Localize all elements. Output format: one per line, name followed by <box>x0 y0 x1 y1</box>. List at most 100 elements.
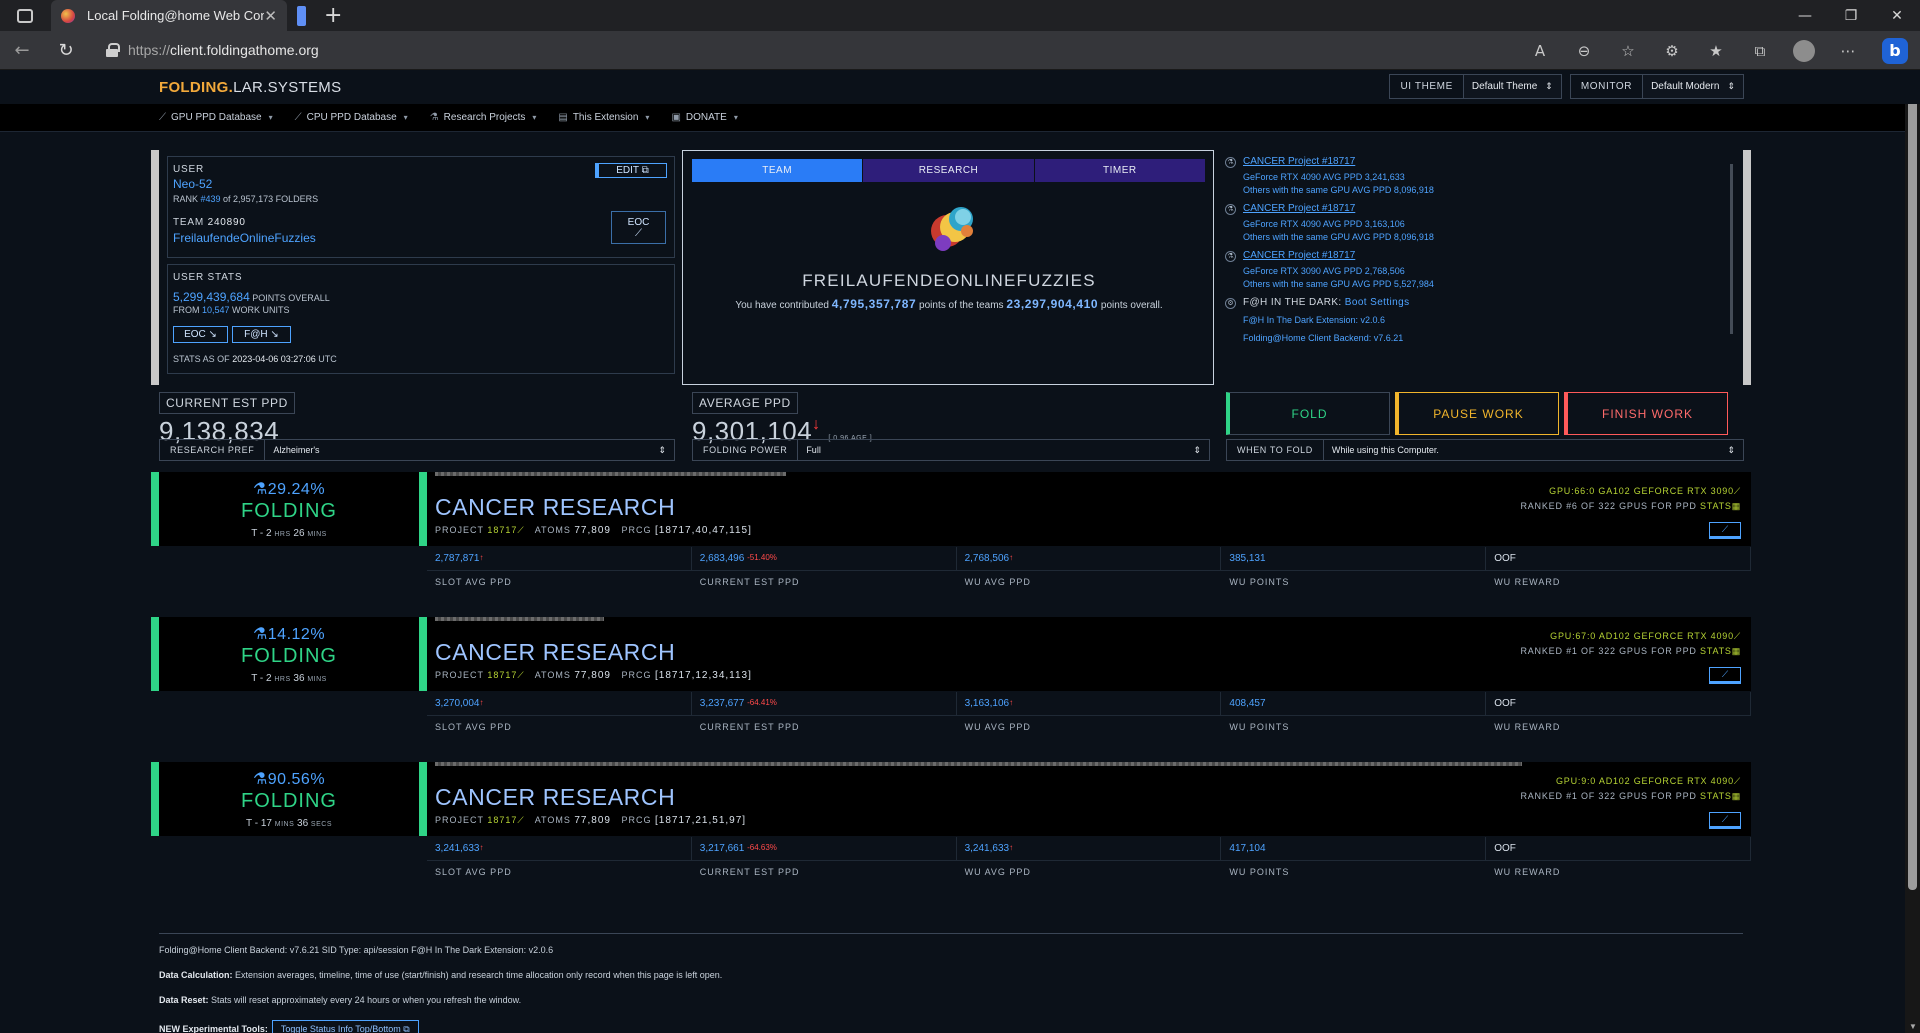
activity-scrollbar[interactable] <box>1730 164 1733 334</box>
external-link-icon: ⟋ <box>517 670 525 680</box>
restore-icon[interactable]: ❐ <box>1828 8 1874 24</box>
slot-gpu[interactable]: GPU:9:0 AD102 GEFORCE RTX 4090⟋ <box>1556 776 1741 787</box>
slot-current-est-ppd: 3,217,661 -64.63% <box>691 837 957 861</box>
reload-icon[interactable]: ↻ <box>44 40 88 61</box>
slot-avg-ppd: 3,241,633↑ <box>427 837 692 861</box>
chevron-down-icon: ▾ <box>733 113 738 122</box>
bing-icon[interactable]: b <box>1882 37 1908 64</box>
minimize-icon[interactable]: — <box>1782 8 1828 24</box>
project-link[interactable]: 18717⟋ <box>487 815 524 825</box>
folding-power-select[interactable]: FOLDING POWER Full ⇕ <box>692 439 1210 461</box>
slot-status-panel[interactable]: ⚗14.12% FOLDING T - 2 HRS 36 MINS <box>151 617 419 691</box>
down-arrow-icon: ↓ <box>812 416 821 433</box>
new-tab-icon[interactable]: + <box>324 3 342 28</box>
tab-actions-icon[interactable] <box>17 8 33 23</box>
close-window-icon[interactable]: ✕ <box>1874 8 1920 24</box>
monitor-select[interactable]: MONITOR Default Modern ⇕ <box>1569 74 1744 99</box>
user-box: USER Neo-52 RANK #439 of 2,957,173 FOLDE… <box>167 156 675 258</box>
arrow-icon: ↑ <box>1009 553 1014 562</box>
extensions-icon[interactable]: ⚙ <box>1650 42 1694 60</box>
activity-project-link[interactable]: CANCER Project #18717 <box>1243 156 1743 167</box>
stats-link[interactable]: STATS▦ <box>1700 791 1741 801</box>
finish-work-button[interactable]: FINISH WORK <box>1564 392 1728 435</box>
team-eoc-button[interactable]: EOC ⟋ <box>611 211 666 244</box>
toggle-status-info-button[interactable]: Toggle Status Info Top/Bottom ⧉ <box>271 1020 419 1033</box>
window-controls: — ❐ ✕ <box>1782 0 1920 31</box>
menu-cpu-ppd[interactable]: ⟋ CPU PPD Database ▾ <box>295 112 408 123</box>
footer-reset: Data Reset: Stats will reset approximate… <box>159 995 522 1005</box>
slot-progress-bar <box>435 762 1522 766</box>
eoc-stats-button[interactable]: EOC ↘ <box>173 326 228 343</box>
browser-tab[interactable]: Local Folding@home Web Contr ✕ <box>51 0 287 31</box>
fah-stats-button[interactable]: F@H ↘ <box>232 326 291 343</box>
menu-research-projects[interactable]: ⚗ Research Projects ▾ <box>430 112 537 123</box>
read-aloud-icon[interactable]: A <box>1518 42 1562 60</box>
brand-logo[interactable]: FOLDING.LAR.SYSTEMS <box>159 79 341 96</box>
footer: Folding@Home Client Backend: v7.6.21 SID… <box>159 933 1743 1033</box>
slot-eta: T - 17 MINS 36 SECS <box>246 818 332 829</box>
favorites-icon[interactable]: ★ <box>1694 42 1738 60</box>
lock-icon[interactable] <box>106 43 120 57</box>
menu-donate[interactable]: ▣ DONATE ▾ <box>671 112 737 123</box>
zoom-icon[interactable]: ⊖ <box>1562 42 1606 60</box>
external-link-icon: ⟋ <box>517 525 525 535</box>
slot-3: ⚗90.56% FOLDING T - 17 MINS 36 SECS CANC… <box>151 762 1751 886</box>
activity-project-link[interactable]: CANCER Project #18717 <box>1243 203 1743 214</box>
project-link[interactable]: 18717⟋ <box>487 670 524 680</box>
chart-icon: ⟋ <box>1721 524 1729 534</box>
footer-calc: Data Calculation: Extension averages, ti… <box>159 970 723 980</box>
menu-this-extension[interactable]: ▤ This Extension ▾ <box>558 112 649 123</box>
slot-wu-reward: OOF <box>1486 837 1751 861</box>
activity-project-link[interactable]: CANCER Project #18717 <box>1243 250 1743 261</box>
slot-status: FOLDING <box>241 645 337 667</box>
team-label: TEAM 240890 <box>173 217 246 228</box>
team-contribution: You have contributed 4,795,357,787 point… <box>735 297 1163 311</box>
chart-icon: ⟋ <box>1721 669 1729 679</box>
slot-chart-button[interactable]: ⟋ <box>1709 667 1741 684</box>
flask-icon: ⚗ <box>252 771 268 788</box>
close-tab-icon[interactable]: ✕ <box>264 7 277 25</box>
slot-wu-avg-ppd: 3,241,633↑ <box>956 837 1222 861</box>
research-pref-select[interactable]: RESEARCH PREF Alzheimer's ⇕ <box>159 439 675 461</box>
stats-link[interactable]: STATS▦ <box>1700 501 1741 511</box>
extension-tab-icon[interactable] <box>297 5 306 26</box>
ui-theme-select[interactable]: UI THEME Default Theme ⇕ <box>1389 74 1562 99</box>
slot-status-panel[interactable]: ⚗90.56% FOLDING T - 17 MINS 36 SECS <box>151 762 419 836</box>
stats-timestamp: STATS AS OF 2023-04-06 03:27:06 UTC <box>173 354 337 364</box>
slot-eta: T - 2 HRS 36 MINS <box>251 673 327 684</box>
boot-settings-link[interactable]: Boot Settings <box>1345 297 1410 308</box>
fold-button[interactable]: FOLD <box>1226 392 1390 435</box>
back-icon[interactable]: ← <box>0 40 44 61</box>
menu-gpu-ppd[interactable]: ⟋ GPU PPD Database ▾ <box>159 112 273 123</box>
edit-button[interactable]: EDIT ⧉ <box>595 163 667 178</box>
user-label: USER <box>173 164 204 175</box>
page-scrollbar[interactable]: ▲ ▼ <box>1905 70 1920 1033</box>
chevron-down-icon: ▾ <box>645 113 650 122</box>
slot-labels: SLOT AVG PPD CURRENT EST PPD WU AVG PPD … <box>435 867 1561 877</box>
slot-gpu[interactable]: GPU:66:0 GA102 GEFORCE RTX 3090⟋ <box>1549 486 1741 497</box>
stats-link[interactable]: STATS▦ <box>1700 646 1741 656</box>
tab-team[interactable]: TEAM <box>691 159 863 182</box>
scroll-thumb[interactable] <box>1908 84 1917 890</box>
user-name[interactable]: Neo-52 <box>173 177 212 191</box>
slot-chart-button[interactable]: ⟋ <box>1709 522 1741 539</box>
url-field[interactable]: https://client.foldingathome.org <box>128 42 319 58</box>
when-to-fold-select[interactable]: WHEN TO FOLD While using this Computer. ⇕ <box>1226 439 1744 461</box>
collections-icon[interactable]: ⧉ <box>1738 42 1782 60</box>
slot-status-panel[interactable]: ⚗29.24% FOLDING T - 2 HRS 26 MINS <box>151 472 419 546</box>
slot-chart-button[interactable]: ⟋ <box>1709 812 1741 829</box>
profile-avatar[interactable] <box>1793 39 1815 62</box>
tab-timer[interactable]: TIMER <box>1033 159 1205 182</box>
pause-work-button[interactable]: PAUSE WORK <box>1395 392 1559 435</box>
team-name[interactable]: FreilaufendeOnlineFuzzies <box>173 231 316 245</box>
slot-project-meta: PROJECT 18717⟋ ATOMS 77,809 PRCG [18717,… <box>435 670 752 681</box>
scroll-down-icon[interactable]: ▼ <box>1909 1022 1917 1031</box>
slot-work-unit: CANCER RESEARCH PROJECT 18717⟋ ATOMS 77,… <box>419 617 1751 691</box>
slot-progress-percent: ⚗90.56% <box>252 771 326 788</box>
slot-gpu[interactable]: GPU:67:0 AD102 GEFORCE RTX 4090⟋ <box>1550 631 1741 642</box>
favorite-add-icon[interactable]: ☆ <box>1606 42 1650 60</box>
user-work-units: FROM 10,547 WORK UNITS <box>173 305 290 315</box>
project-link[interactable]: 18717⟋ <box>487 525 524 535</box>
tab-research[interactable]: RESEARCH <box>862 159 1034 182</box>
more-icon[interactable]: ⋯ <box>1826 42 1870 60</box>
